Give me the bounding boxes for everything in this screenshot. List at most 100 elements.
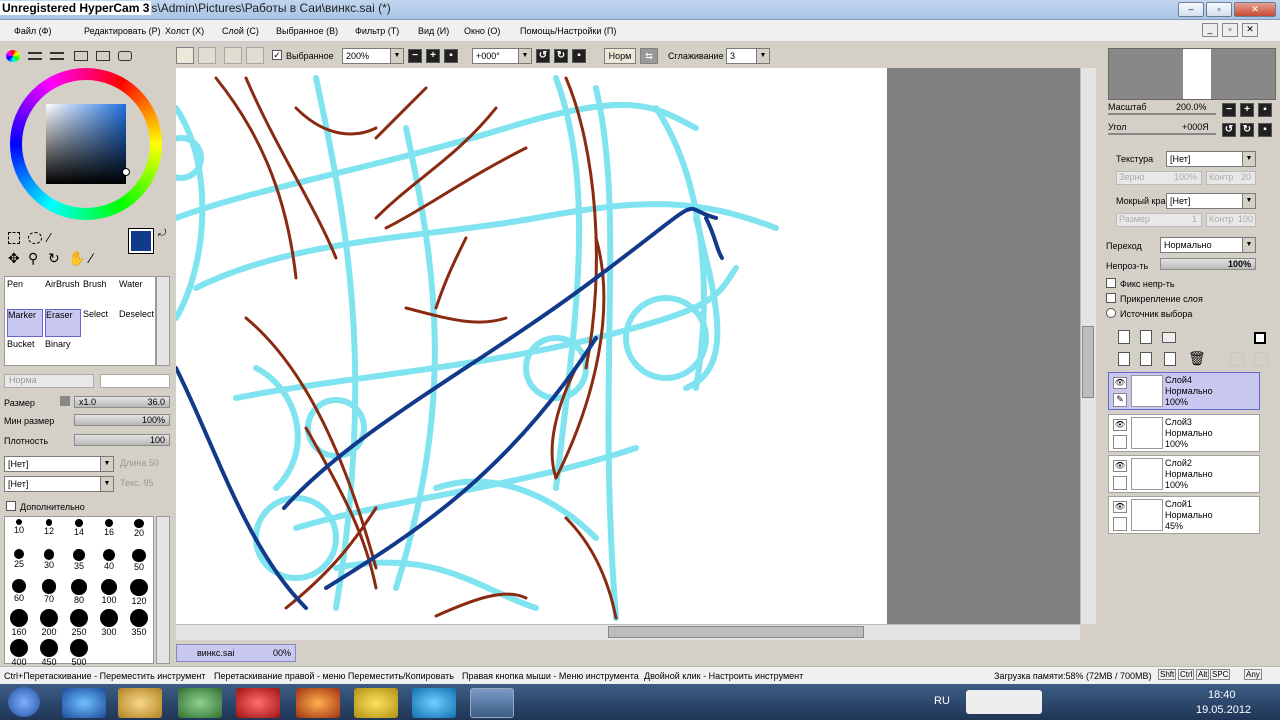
brush-size-preset[interactable]: 25 [5, 549, 33, 577]
firefox-icon[interactable] [296, 688, 340, 718]
nav-rotate-reset-button[interactable]: ▪ [1258, 123, 1272, 137]
visibility-eye-icon[interactable]: 👁 [1113, 419, 1127, 431]
merge-visible-icon[interactable] [1254, 352, 1268, 366]
brush-shape-selector[interactable] [100, 374, 170, 388]
visibility-eye-icon[interactable]: 👁 [1113, 377, 1127, 389]
flip-button[interactable]: ⇆ [640, 48, 658, 64]
layer-item[interactable]: 👁 Слой2 Нормально 100% [1108, 455, 1260, 493]
nav-zoom-slider[interactable] [1108, 113, 1216, 115]
merge-down-icon[interactable] [1140, 352, 1152, 366]
density-slider[interactable]: 100 [74, 434, 170, 446]
nav-zoom-reset-button[interactable]: ▪ [1258, 103, 1272, 117]
brush-size-preset[interactable]: 12 [35, 519, 63, 547]
tool-eraser[interactable]: Eraser [45, 309, 81, 337]
hypercam-tray-widget[interactable] [966, 690, 1042, 714]
start-button[interactable] [8, 687, 40, 717]
color-wheel-tab-icon[interactable] [6, 50, 20, 62]
brush-size-preset[interactable]: 20 [125, 519, 153, 547]
zoom-reset-button[interactable]: ▪ [444, 49, 458, 63]
min-size-slider[interactable]: 100% [74, 414, 170, 426]
menu-window[interactable]: Окно (О) [464, 26, 500, 36]
skype-icon[interactable] [412, 688, 456, 718]
advanced-checkbox[interactable] [6, 501, 16, 511]
close-button[interactable]: ✕ [1234, 2, 1276, 17]
deselect-button[interactable] [224, 47, 242, 64]
menu-filter[interactable]: Фильтр (Т) [355, 26, 399, 36]
horizontal-scroll-thumb[interactable] [608, 626, 864, 638]
lock-opacity-checkbox[interactable] [1106, 278, 1116, 288]
brush-size-preset[interactable]: 16 [95, 519, 123, 547]
vertical-scroll-thumb[interactable] [1082, 326, 1094, 398]
move-icon[interactable]: ✥ [8, 250, 20, 267]
canvas-vertical-scrollbar[interactable] [1080, 68, 1096, 624]
brush-size-preset[interactable]: 160 [5, 609, 33, 637]
redo-button[interactable] [198, 47, 216, 64]
texture2-select[interactable]: [Нет] ▼ [4, 476, 114, 492]
brush-size-preset[interactable]: 70 [35, 579, 63, 607]
navigator-preview[interactable] [1108, 48, 1276, 100]
size-slider[interactable]: x1.0 36.0 [74, 396, 170, 408]
layer-opacity-slider[interactable]: 100% [1160, 258, 1256, 270]
nav-rotate-left-button[interactable]: ↺ [1222, 123, 1236, 137]
tool-bucket[interactable]: Bucket [7, 339, 43, 365]
brush-size-preset[interactable]: 100 [95, 579, 123, 607]
canvas-horizontal-scrollbar[interactable] [176, 624, 1080, 640]
nav-zoom-out-button[interactable]: − [1222, 103, 1236, 117]
grain-slider[interactable]: Зерно 100% [1116, 171, 1202, 185]
mdi-close-button[interactable]: ✕ [1242, 23, 1258, 37]
blend-mode-select[interactable]: Норма [4, 374, 94, 388]
layer-lock-box[interactable] [1113, 435, 1127, 449]
smoothing-select[interactable]: 3 ▼ [726, 48, 770, 64]
layer-item[interactable]: 👁 ✎ Слой4 Нормально 100% [1108, 372, 1260, 410]
show-selection-checkbox[interactable]: ✓ [272, 50, 282, 60]
nav-angle-slider[interactable] [1108, 133, 1216, 135]
brush-size-preset[interactable]: 80 [65, 579, 93, 607]
menu-file[interactable]: Файл (Ф) [14, 26, 51, 36]
language-indicator[interactable]: RU [934, 695, 950, 707]
menu-layer[interactable]: Слой (С) [222, 26, 259, 36]
rotate-reset-button[interactable]: ▪ [572, 49, 586, 63]
opera-icon[interactable] [236, 688, 280, 718]
transfer-layer-icon[interactable] [1230, 352, 1244, 366]
swatches-tab-icon[interactable] [74, 51, 88, 61]
tool-brush[interactable]: Brush [83, 279, 119, 307]
tool-deselect[interactable]: Deselect [119, 309, 155, 337]
visibility-eye-icon[interactable]: 👁 [1113, 460, 1127, 472]
scratchpad-tab-icon[interactable] [96, 51, 110, 61]
trash-icon[interactable]: 🗑 [1188, 350, 1206, 367]
nav-zoom-in-button[interactable]: + [1240, 103, 1254, 117]
brush-size-preset[interactable]: 250 [65, 609, 93, 637]
size-mult-toggle[interactable] [60, 396, 70, 406]
layer-lock-box[interactable] [1113, 476, 1127, 490]
wet-size-slider[interactable]: Размер 1 [1116, 213, 1202, 227]
lasso-icon[interactable] [28, 232, 42, 244]
clip-layer-checkbox[interactable] [1106, 293, 1116, 303]
rect-select-icon[interactable] [8, 232, 20, 244]
brush-size-scrollbar[interactable] [156, 516, 170, 664]
layer-mask-icon[interactable] [1254, 332, 1266, 344]
copy-layer-icon[interactable] [1118, 352, 1130, 366]
rotate-left-button[interactable]: ↺ [536, 49, 550, 63]
tool-select[interactable]: Select [83, 309, 119, 337]
layer-item[interactable]: 👁 Слой3 Нормально 100% [1108, 414, 1260, 452]
wet-edge-select[interactable]: [Нет] ▼ [1166, 193, 1256, 209]
app-icon[interactable] [178, 688, 222, 718]
new-folder-icon[interactable] [1162, 332, 1176, 343]
contrast-slider[interactable]: Контр 20 [1206, 171, 1256, 185]
paint-tool-sai-icon[interactable] [470, 688, 514, 718]
layer-blend-select[interactable]: Нормально ▼ [1160, 237, 1256, 253]
sv-square[interactable] [46, 104, 126, 184]
brush-size-preset[interactable]: 450 [35, 639, 63, 667]
eyedropper-icon[interactable]: ⁄ [90, 250, 92, 266]
palette-tab-icon[interactable] [118, 51, 132, 61]
zoom-icon[interactable]: ⚲ [28, 250, 38, 267]
brush-size-preset[interactable]: 200 [35, 609, 63, 637]
nav-rotate-right-button[interactable]: ↻ [1240, 123, 1254, 137]
menu-view[interactable]: Вид (И) [418, 26, 449, 36]
layer-item[interactable]: 👁 Слой1 Нормально 45% [1108, 496, 1260, 534]
brush-size-preset[interactable]: 40 [95, 549, 123, 577]
magic-wand-icon[interactable]: ⁄ [48, 230, 50, 245]
minimize-button[interactable]: – [1178, 2, 1204, 17]
brush-size-preset[interactable]: 300 [95, 609, 123, 637]
new-layer-icon[interactable] [1118, 330, 1130, 344]
